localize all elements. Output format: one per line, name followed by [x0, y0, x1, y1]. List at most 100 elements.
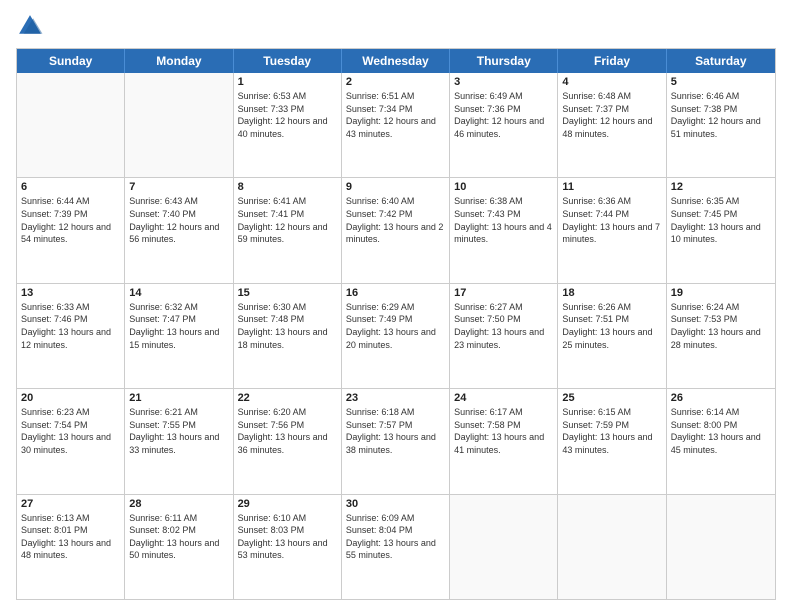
logo-icon — [16, 12, 44, 40]
cal-cell: 3 Sunrise: 6:49 AMSunset: 7:36 PMDaylight… — [450, 73, 558, 177]
cal-cell: 25 Sunrise: 6:15 AMSunset: 7:59 PMDayligh… — [558, 389, 666, 493]
cal-cell: 20 Sunrise: 6:23 AMSunset: 7:54 PMDayligh… — [17, 389, 125, 493]
day-number: 18 — [562, 287, 661, 299]
sun-info: Sunrise: 6:46 AMSunset: 7:38 PMDaylight:… — [671, 90, 771, 140]
cal-cell: 29 Sunrise: 6:10 AMSunset: 8:03 PMDayligh… — [234, 495, 342, 599]
day-number: 4 — [562, 76, 661, 88]
cal-cell: 28 Sunrise: 6:11 AMSunset: 8:02 PMDayligh… — [125, 495, 233, 599]
sun-info: Sunrise: 6:11 AMSunset: 8:02 PMDaylight:… — [129, 512, 228, 562]
day-number: 6 — [21, 181, 120, 193]
day-number: 24 — [454, 392, 553, 404]
sun-info: Sunrise: 6:36 AMSunset: 7:44 PMDaylight:… — [562, 195, 661, 245]
logo — [16, 12, 48, 40]
cal-cell: 4 Sunrise: 6:48 AMSunset: 7:37 PMDaylight… — [558, 73, 666, 177]
sun-info: Sunrise: 6:21 AMSunset: 7:55 PMDaylight:… — [129, 406, 228, 456]
sun-info: Sunrise: 6:32 AMSunset: 7:47 PMDaylight:… — [129, 301, 228, 351]
day-number: 1 — [238, 76, 337, 88]
calendar-header-row: SundayMondayTuesdayWednesdayThursdayFrid… — [17, 49, 775, 73]
sun-info: Sunrise: 6:49 AMSunset: 7:36 PMDaylight:… — [454, 90, 553, 140]
cal-cell: 30Sunrise: 6:09 AMSunset: 8:04 PMDayligh… — [342, 495, 450, 599]
sun-info: Sunrise: 6:24 AMSunset: 7:53 PMDaylight:… — [671, 301, 771, 351]
cal-cell: 2 Sunrise: 6:51 AMSunset: 7:34 PMDaylight… — [342, 73, 450, 177]
day-number: 29 — [238, 498, 337, 510]
day-number: 16 — [346, 287, 445, 299]
week-row-4: 20 Sunrise: 6:23 AMSunset: 7:54 PMDayligh… — [17, 389, 775, 494]
sun-info: Sunrise: 6:48 AMSunset: 7:37 PMDaylight:… — [562, 90, 661, 140]
day-number: 25 — [562, 392, 661, 404]
cal-cell: 19 Sunrise: 6:24 AMSunset: 7:53 PMDayligh… — [667, 284, 775, 388]
day-number: 21 — [129, 392, 228, 404]
sun-info: Sunrise: 6:15 AMSunset: 7:59 PMDaylight:… — [562, 406, 661, 456]
day-number: 14 — [129, 287, 228, 299]
cal-cell: 7 Sunrise: 6:43 AMSunset: 7:40 PMDaylight… — [125, 178, 233, 282]
sun-info: Sunrise: 6:44 AMSunset: 7:39 PMDaylight:… — [21, 195, 120, 245]
day-header-sunday: Sunday — [17, 49, 125, 73]
cal-cell: 6 Sunrise: 6:44 AMSunset: 7:39 PMDaylight… — [17, 178, 125, 282]
day-number: 20 — [21, 392, 120, 404]
cal-cell: 9Sunrise: 6:40 AMSunset: 7:42 PMDaylight… — [342, 178, 450, 282]
cal-cell — [450, 495, 558, 599]
cal-cell: 18 Sunrise: 6:26 AMSunset: 7:51 PMDayligh… — [558, 284, 666, 388]
cal-cell — [17, 73, 125, 177]
day-number: 17 — [454, 287, 553, 299]
sun-info: Sunrise: 6:23 AMSunset: 7:54 PMDaylight:… — [21, 406, 120, 456]
day-number: 13 — [21, 287, 120, 299]
cal-cell: 21 Sunrise: 6:21 AMSunset: 7:55 PMDayligh… — [125, 389, 233, 493]
day-header-wednesday: Wednesday — [342, 49, 450, 73]
cal-cell: 15 Sunrise: 6:30 AMSunset: 7:48 PMDayligh… — [234, 284, 342, 388]
cal-cell: 17 Sunrise: 6:27 AMSunset: 7:50 PMDayligh… — [450, 284, 558, 388]
page: SundayMondayTuesdayWednesdayThursdayFrid… — [0, 0, 792, 612]
sun-info: Sunrise: 6:33 AMSunset: 7:46 PMDaylight:… — [21, 301, 120, 351]
cal-cell — [125, 73, 233, 177]
cal-cell: 8Sunrise: 6:41 AMSunset: 7:41 PMDaylight… — [234, 178, 342, 282]
cal-cell: 24 Sunrise: 6:17 AMSunset: 7:58 PMDayligh… — [450, 389, 558, 493]
cal-cell: 11Sunrise: 6:36 AMSunset: 7:44 PMDayligh… — [558, 178, 666, 282]
day-number: 3 — [454, 76, 553, 88]
cal-cell — [667, 495, 775, 599]
day-number: 10 — [454, 181, 553, 193]
cal-cell: 27 Sunrise: 6:13 AMSunset: 8:01 PMDayligh… — [17, 495, 125, 599]
sun-info: Sunrise: 6:38 AMSunset: 7:43 PMDaylight:… — [454, 195, 553, 245]
day-number: 2 — [346, 76, 445, 88]
sun-info: Sunrise: 6:51 AMSunset: 7:34 PMDaylight:… — [346, 90, 445, 140]
sun-info: Sunrise: 6:40 AMSunset: 7:42 PMDaylight:… — [346, 195, 445, 245]
calendar-body: 1 Sunrise: 6:53 AMSunset: 7:33 PMDaylight… — [17, 73, 775, 599]
sun-info: Sunrise: 6:14 AMSunset: 8:00 PMDaylight:… — [671, 406, 771, 456]
sun-info: Sunrise: 6:09 AMSunset: 8:04 PMDaylight:… — [346, 512, 445, 562]
calendar: SundayMondayTuesdayWednesdayThursdayFrid… — [16, 48, 776, 600]
week-row-1: 1 Sunrise: 6:53 AMSunset: 7:33 PMDaylight… — [17, 73, 775, 178]
day-number: 26 — [671, 392, 771, 404]
cal-cell: 5 Sunrise: 6:46 AMSunset: 7:38 PMDaylight… — [667, 73, 775, 177]
day-number: 19 — [671, 287, 771, 299]
sun-info: Sunrise: 6:26 AMSunset: 7:51 PMDaylight:… — [562, 301, 661, 351]
cal-cell: 26 Sunrise: 6:14 AMSunset: 8:00 PMDayligh… — [667, 389, 775, 493]
cal-cell: 16Sunrise: 6:29 AMSunset: 7:49 PMDayligh… — [342, 284, 450, 388]
cal-cell: 14 Sunrise: 6:32 AMSunset: 7:47 PMDayligh… — [125, 284, 233, 388]
day-header-friday: Friday — [558, 49, 666, 73]
sun-info: Sunrise: 6:43 AMSunset: 7:40 PMDaylight:… — [129, 195, 228, 245]
week-row-3: 13 Sunrise: 6:33 AMSunset: 7:46 PMDayligh… — [17, 284, 775, 389]
cal-cell: 12 Sunrise: 6:35 AMSunset: 7:45 PMDayligh… — [667, 178, 775, 282]
day-number: 5 — [671, 76, 771, 88]
sun-info: Sunrise: 6:53 AMSunset: 7:33 PMDaylight:… — [238, 90, 337, 140]
sun-info: Sunrise: 6:10 AMSunset: 8:03 PMDaylight:… — [238, 512, 337, 562]
day-number: 23 — [346, 392, 445, 404]
cal-cell: 1 Sunrise: 6:53 AMSunset: 7:33 PMDaylight… — [234, 73, 342, 177]
sun-info: Sunrise: 6:13 AMSunset: 8:01 PMDaylight:… — [21, 512, 120, 562]
sun-info: Sunrise: 6:35 AMSunset: 7:45 PMDaylight:… — [671, 195, 771, 245]
sun-info: Sunrise: 6:18 AMSunset: 7:57 PMDaylight:… — [346, 406, 445, 456]
day-header-thursday: Thursday — [450, 49, 558, 73]
day-number: 12 — [671, 181, 771, 193]
sun-info: Sunrise: 6:27 AMSunset: 7:50 PMDaylight:… — [454, 301, 553, 351]
day-number: 28 — [129, 498, 228, 510]
day-number: 27 — [21, 498, 120, 510]
sun-info: Sunrise: 6:17 AMSunset: 7:58 PMDaylight:… — [454, 406, 553, 456]
day-header-saturday: Saturday — [667, 49, 775, 73]
day-header-tuesday: Tuesday — [234, 49, 342, 73]
cal-cell: 10 Sunrise: 6:38 AMSunset: 7:43 PMDayligh… — [450, 178, 558, 282]
day-number: 15 — [238, 287, 337, 299]
day-number: 8 — [238, 181, 337, 193]
sun-info: Sunrise: 6:30 AMSunset: 7:48 PMDaylight:… — [238, 301, 337, 351]
sun-info: Sunrise: 6:20 AMSunset: 7:56 PMDaylight:… — [238, 406, 337, 456]
day-number: 7 — [129, 181, 228, 193]
